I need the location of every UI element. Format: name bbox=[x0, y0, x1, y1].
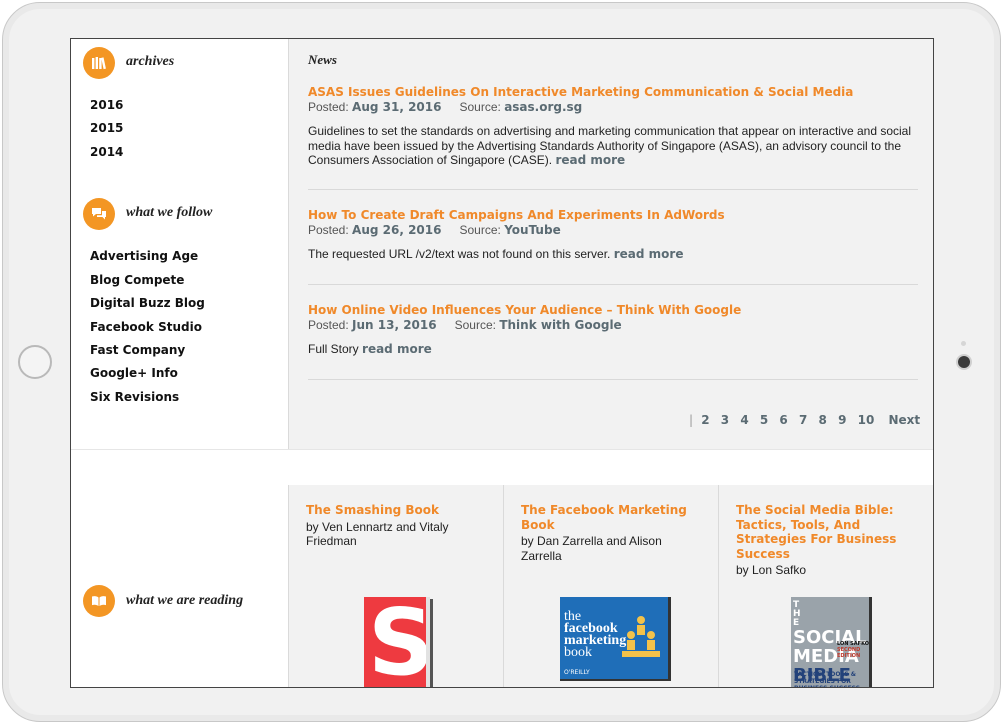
divider bbox=[308, 284, 918, 285]
article-date: Aug 31, 2016 bbox=[352, 100, 442, 114]
archive-year-link[interactable]: 2016 bbox=[90, 98, 123, 112]
article-body: The requested URL /v2/text was not found… bbox=[308, 247, 918, 262]
book-info: The Facebook Marketing Book by Dan Zarre… bbox=[521, 503, 701, 563]
article-body: Full Story read more bbox=[308, 342, 918, 357]
article-text: The requested URL /v2/text was not found… bbox=[308, 247, 611, 261]
page-link[interactable]: 9 bbox=[838, 413, 846, 427]
book-card[interactable]: The Smashing Book by Ven Lennartz and Vi… bbox=[288, 485, 504, 687]
article-meta: Posted: Jun 13, 2016 Source: Think with G… bbox=[308, 318, 918, 332]
posted-label: Posted: bbox=[308, 318, 349, 332]
posted-label: Posted: bbox=[308, 223, 349, 237]
posted-label: Posted: bbox=[308, 100, 349, 114]
book-title-link[interactable]: The Social Media Bible: Tactics, Tools, … bbox=[736, 503, 916, 561]
screen: archives 2016 2015 2014 what we follow A… bbox=[70, 38, 934, 688]
sensor-dot bbox=[961, 341, 966, 346]
article-date: Aug 26, 2016 bbox=[352, 223, 442, 237]
follow-link[interactable]: Advertising Age bbox=[90, 249, 198, 263]
follow-link[interactable]: Google+ Info bbox=[90, 366, 178, 380]
article-title-link[interactable]: How Online Video Influences Your Audienc… bbox=[308, 303, 918, 317]
cover-line: THE bbox=[793, 600, 801, 628]
cover-publisher: O'REILLY bbox=[564, 669, 590, 676]
books-icon bbox=[83, 47, 115, 79]
book-title-link[interactable]: The Smashing Book bbox=[306, 503, 486, 518]
source-label: Source: bbox=[459, 100, 501, 114]
article-source: Think with Google bbox=[499, 318, 622, 332]
cover-subtitle: TACTICS, TOOLS & STRATEGIES FOR BUSINESS… bbox=[794, 671, 860, 687]
divider bbox=[308, 189, 918, 190]
article-title-link[interactable]: ASAS Issues Guidelines On Interactive Ma… bbox=[308, 85, 918, 99]
book-info: The Social Media Bible: Tactics, Tools, … bbox=[736, 503, 916, 578]
reading-title: what we are reading bbox=[126, 593, 244, 608]
follow-link[interactable]: Facebook Studio bbox=[90, 320, 202, 334]
cover-title: the facebook marketing book bbox=[564, 610, 626, 660]
page-link[interactable]: 4 bbox=[740, 413, 748, 427]
archive-year-link[interactable]: 2015 bbox=[90, 121, 123, 135]
book-cover[interactable]: the facebook marketing book O'REILLY bbox=[560, 597, 671, 681]
page-link[interactable]: 5 bbox=[760, 413, 768, 427]
divider bbox=[308, 379, 918, 380]
figures-icon bbox=[622, 616, 660, 657]
follow-title: what we follow bbox=[126, 205, 213, 220]
follow-link[interactable]: Blog Compete bbox=[90, 273, 184, 287]
pagination: | 2 3 4 5 6 7 8 9 10 Next bbox=[689, 413, 927, 427]
follow-link[interactable]: Digital Buzz Blog bbox=[90, 296, 205, 310]
source-label: Source: bbox=[454, 318, 496, 332]
book-info: The Smashing Book by Ven Lennartz and Vi… bbox=[306, 503, 486, 549]
cover-letter: S bbox=[368, 597, 426, 687]
news-section: News ASAS Issues Guidelines On Interacti… bbox=[288, 39, 933, 449]
book-card[interactable]: The Facebook Marketing Book by Dan Zarre… bbox=[503, 485, 719, 687]
open-book-icon bbox=[83, 585, 115, 617]
news-article: ASAS Issues Guidelines On Interactive Ma… bbox=[308, 85, 918, 168]
source-label: Source: bbox=[459, 223, 501, 237]
cover-author-block: LON SAFKO SECOND EDITION bbox=[837, 641, 869, 659]
cover-edition: SECOND EDITION bbox=[837, 647, 861, 659]
article-source: YouTube bbox=[504, 223, 561, 237]
archives-title: archives bbox=[126, 54, 175, 69]
cover-front: S bbox=[364, 597, 426, 687]
page-link[interactable]: 2 bbox=[701, 413, 709, 427]
read-more-link[interactable]: read more bbox=[555, 153, 625, 167]
chat-icon bbox=[83, 198, 115, 230]
article-meta: Posted: Aug 31, 2016 Source: asas.org.sg bbox=[308, 100, 918, 114]
book-card[interactable]: The Social Media Bible: Tactics, Tools, … bbox=[718, 485, 933, 687]
reading-header: what we are reading bbox=[71, 485, 288, 687]
article-source: asas.org.sg bbox=[504, 100, 583, 114]
book-author: by Ven Lennartz and Vitaly Friedman bbox=[306, 519, 449, 549]
cover-spine bbox=[430, 599, 433, 687]
news-article: How Online Video Influences Your Audienc… bbox=[308, 303, 918, 357]
pagination-separator: | bbox=[689, 413, 694, 427]
follow-link[interactable]: Six Revisions bbox=[90, 390, 179, 404]
article-date: Jun 13, 2016 bbox=[352, 318, 437, 332]
next-page-link[interactable]: Next bbox=[889, 413, 921, 427]
book-cover[interactable]: THE SOCIAL MEDIA BIBLE LON SAFKO SECOND … bbox=[791, 597, 872, 687]
camera-icon bbox=[958, 356, 970, 368]
read-more-link[interactable]: read more bbox=[614, 247, 684, 261]
book-cover[interactable]: S bbox=[364, 597, 433, 687]
article-body: Guidelines to set the standards on adver… bbox=[308, 124, 918, 168]
article-meta: Posted: Aug 26, 2016 Source: YouTube bbox=[308, 223, 918, 237]
sidebar: archives 2016 2015 2014 what we follow A… bbox=[71, 39, 288, 449]
follow-link[interactable]: Fast Company bbox=[90, 343, 185, 357]
cover-line: book bbox=[564, 645, 592, 660]
page-link[interactable]: 10 bbox=[858, 413, 875, 427]
page-link[interactable]: 3 bbox=[721, 413, 729, 427]
page-link[interactable]: 6 bbox=[779, 413, 787, 427]
news-article: How To Create Draft Campaigns And Experi… bbox=[308, 208, 918, 262]
article-title-link[interactable]: How To Create Draft Campaigns And Experi… bbox=[308, 208, 918, 222]
page-link[interactable]: 7 bbox=[799, 413, 807, 427]
book-author: by Lon Safko bbox=[736, 563, 807, 577]
page-link[interactable]: 8 bbox=[819, 413, 827, 427]
book-author: by Dan Zarrella and Alison Zarrella bbox=[521, 534, 662, 563]
book-title-link[interactable]: The Facebook Marketing Book bbox=[521, 503, 701, 532]
section-gap bbox=[71, 449, 933, 487]
reading-section: what we are reading The Smashing Book by… bbox=[71, 485, 933, 687]
article-text: Full Story bbox=[308, 342, 359, 356]
archive-year-link[interactable]: 2014 bbox=[90, 145, 123, 159]
home-button[interactable] bbox=[18, 345, 52, 379]
read-more-link[interactable]: read more bbox=[362, 342, 432, 356]
news-heading: News bbox=[308, 52, 337, 67]
